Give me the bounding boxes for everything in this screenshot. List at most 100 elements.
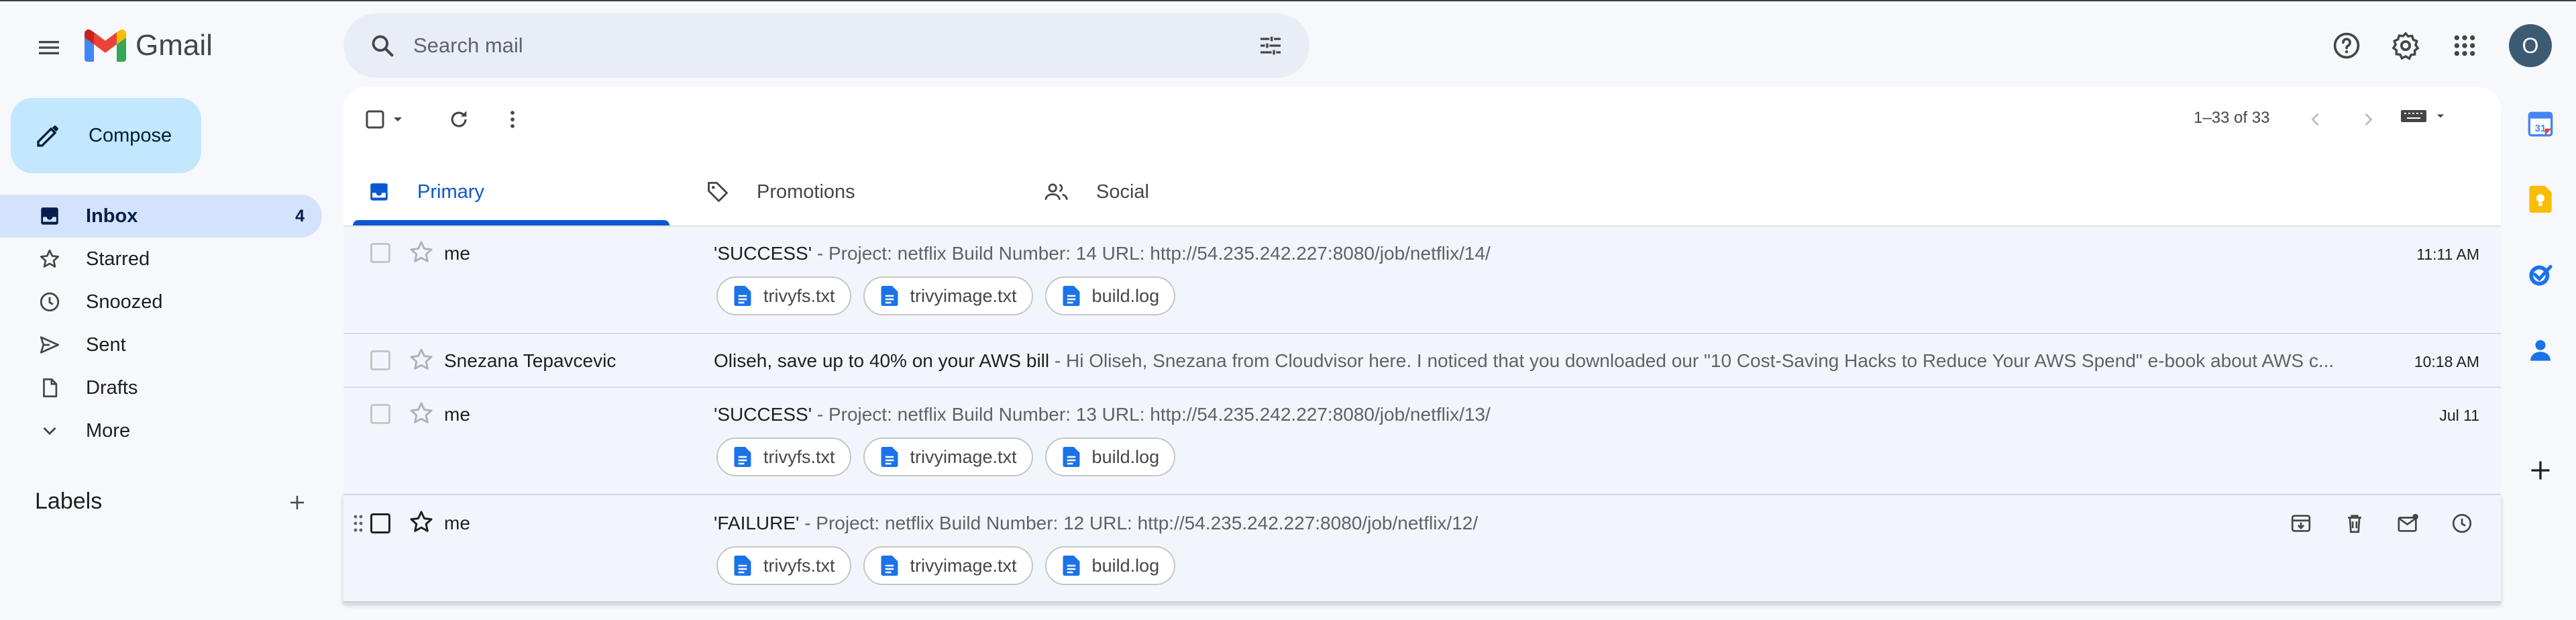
attachment-name: trivyimage.txt [910, 555, 1017, 576]
email-subject-line: 'SUCCESS' - Project: netflix Build Numbe… [714, 404, 1491, 425]
document-icon [881, 447, 898, 467]
star-icon [36, 246, 63, 272]
document-icon [881, 286, 898, 306]
sidebar-item-drafts[interactable]: Drafts [0, 366, 322, 409]
email-row[interactable]: me 'SUCCESS' - Project: netflix Build Nu… [343, 227, 2501, 334]
email-row[interactable]: me 'SUCCESS' - Project: netflix Build Nu… [343, 388, 2501, 495]
send-icon [36, 331, 63, 358]
email-subject-line: 'SUCCESS' - Project: netflix Build Numbe… [714, 243, 1491, 264]
email-row[interactable]: Snezana Tepavcevic Oliseh, save up to 40… [343, 334, 2501, 388]
google-keep-icon[interactable] [2522, 181, 2559, 217]
draft-icon [36, 374, 63, 401]
sidebar-item-label: Snoozed [86, 291, 163, 313]
attachment-chip[interactable]: build.log [1044, 546, 1176, 585]
tab-label: Social [1096, 180, 1149, 203]
newer-page-chevron-left-icon[interactable] [2301, 105, 2330, 134]
attachment-chip[interactable]: trivyfs.txt [716, 437, 851, 476]
email-snippet: - Project: netflix Build Number: 14 URL:… [812, 243, 1491, 264]
pencil-icon [37, 125, 58, 147]
help-icon[interactable] [2325, 24, 2368, 67]
tab-social[interactable]: Social [1020, 158, 1346, 225]
apps-grid-icon[interactable] [2443, 24, 2486, 67]
row-checkbox[interactable] [370, 513, 390, 533]
email-row[interactable]: me 'FAILURE' - Project: netflix Build Nu… [343, 495, 2501, 604]
archive-icon[interactable] [2285, 507, 2317, 539]
hamburger-icon [39, 41, 59, 54]
attachment-name: trivyfs.txt [763, 446, 835, 467]
drag-handle-icon[interactable] [353, 514, 364, 533]
tab-promotions[interactable]: Promotions [682, 158, 1008, 225]
search-bar[interactable] [343, 13, 1309, 78]
row-checkbox[interactable] [370, 350, 390, 370]
document-icon [881, 556, 898, 576]
attachment-chip[interactable]: trivyimage.txt [863, 437, 1033, 476]
sidebar-item-more[interactable]: More [0, 409, 322, 452]
sidebar-item-label: Sent [86, 333, 126, 356]
app-name: Gmail [136, 29, 213, 62]
email-snippet: - Project: netflix Build Number: 13 URL:… [812, 404, 1491, 425]
email-time: 10:18 AM [2414, 353, 2479, 370]
tag-icon [708, 182, 728, 202]
sidebar-item-label: Drafts [86, 376, 138, 399]
sidebar-item-sent[interactable]: Sent [0, 323, 322, 366]
delete-trash-icon[interactable] [2339, 507, 2371, 539]
main-menu-button[interactable] [25, 24, 72, 71]
star-icon[interactable] [408, 239, 435, 266]
create-label-plus-icon[interactable] [280, 486, 314, 519]
mark-as-unread-icon[interactable] [2392, 507, 2424, 539]
attachment-name: trivyimage.txt [910, 446, 1017, 467]
inbox-icon [370, 183, 388, 201]
attachment-chip[interactable]: trivyfs.txt [716, 276, 851, 315]
email-snippet: - Hi Oliseh, Snezana from Cloudvisor her… [1049, 350, 2334, 371]
google-tasks-icon[interactable] [2522, 256, 2559, 293]
email-subject: 'SUCCESS' [714, 243, 812, 264]
sidebar-item-inbox[interactable]: Inbox 4 [0, 195, 322, 238]
account-avatar[interactable]: O [2509, 24, 2552, 67]
star-icon[interactable] [408, 509, 435, 535]
pagination-text: 1–33 of 33 [2194, 109, 2270, 127]
email-subject-line: Oliseh, save up to 40% on your AWS bill … [714, 350, 2334, 372]
row-checkbox[interactable] [370, 243, 390, 263]
sidebar-item-label: More [86, 419, 131, 442]
get-addons-plus-icon[interactable] [2522, 452, 2559, 488]
attachment-chip[interactable]: trivyfs.txt [716, 546, 851, 585]
svg-text:31: 31 [2535, 123, 2546, 134]
attachment-chip[interactable]: trivyimage.txt [863, 546, 1033, 585]
tab-primary[interactable]: Primary [343, 158, 669, 225]
document-icon [1063, 556, 1080, 576]
row-checkbox[interactable] [370, 404, 390, 424]
google-contacts-icon[interactable] [2522, 331, 2559, 368]
search-options-icon[interactable] [1252, 27, 1289, 64]
email-sender: Snezana Tepavcevic [444, 350, 616, 371]
settings-gear-icon[interactable] [2384, 24, 2427, 67]
unread-count: 4 [295, 206, 305, 225]
labels-heading: Labels [35, 488, 103, 514]
attachment-chips: trivyfs.txt trivyimage.txt build.log [716, 276, 1176, 315]
google-calendar-icon[interactable]: 31 [2522, 106, 2559, 142]
attachment-chip[interactable]: build.log [1044, 437, 1176, 476]
star-icon[interactable] [408, 400, 435, 427]
attachment-name: build.log [1091, 555, 1160, 576]
inbox-icon [36, 203, 63, 229]
snooze-clock-icon[interactable] [2446, 507, 2478, 539]
chevron-down-icon [36, 417, 63, 444]
attachment-chip[interactable]: trivyimage.txt [863, 276, 1033, 315]
sidebar-item-label: Inbox [86, 205, 138, 227]
sidebar-item-starred[interactable]: Starred [0, 238, 322, 280]
attachment-chip[interactable]: build.log [1044, 276, 1176, 315]
star-icon[interactable] [408, 346, 435, 373]
gmail-logo[interactable]: Gmail [85, 27, 213, 64]
older-page-chevron-right-icon[interactable] [2353, 105, 2383, 134]
search-input[interactable] [413, 34, 1252, 58]
email-sender: me [444, 404, 470, 425]
select-all-checkbox[interactable] [361, 99, 415, 140]
document-icon [734, 286, 751, 306]
window-top-border [0, 0, 2576, 1]
attachment-chips: trivyfs.txt trivyimage.txt build.log [716, 437, 1176, 476]
input-tools-keyboard-icon[interactable] [2400, 107, 2447, 125]
refresh-icon[interactable] [439, 99, 479, 140]
sidebar-item-snoozed[interactable]: Snoozed [0, 280, 322, 323]
compose-button[interactable]: Compose [11, 98, 201, 173]
search-icon[interactable] [364, 27, 401, 64]
more-options-icon[interactable] [492, 99, 533, 140]
